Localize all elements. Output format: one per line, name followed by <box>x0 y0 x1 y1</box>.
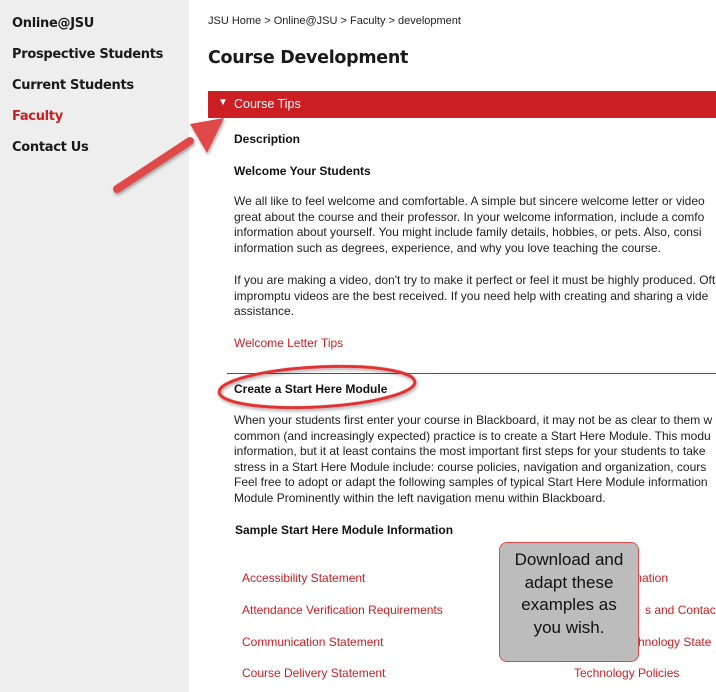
annotation-circle <box>217 364 417 410</box>
annotation-overlay <box>113 118 417 410</box>
annotation-arrow <box>113 118 224 193</box>
